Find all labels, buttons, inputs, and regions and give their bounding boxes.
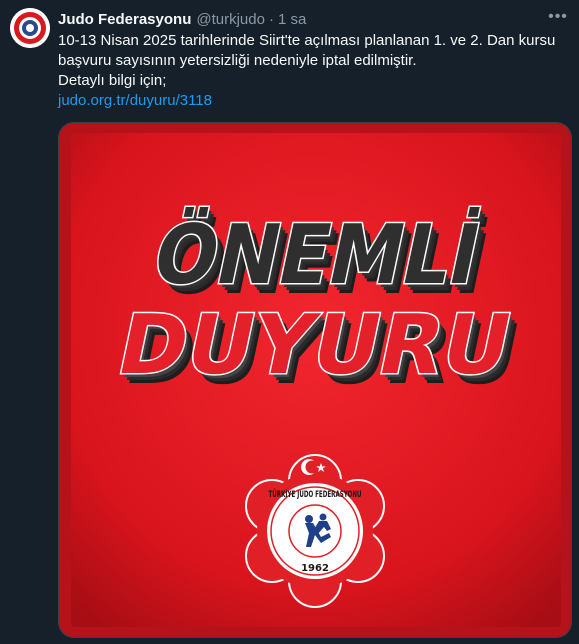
more-horizontal-icon: ••• xyxy=(548,8,568,25)
tweet-line: başvuru sayısının yetersizliği nedeniyle… xyxy=(58,52,417,69)
tweet-text: 10-13 Nisan 2025 tarihlerinde Siirt'te a… xyxy=(58,31,558,111)
tweet-link[interactable]: judo.org.tr/duyuru/3118 xyxy=(58,92,212,109)
tweet-header: Judo Federasyonu @turkjudo · 1 sa xyxy=(58,9,306,29)
author-handle[interactable]: @turkjudo xyxy=(196,11,265,28)
seal-year: 1962 xyxy=(301,563,329,574)
seal-lettering: TÜRKİYE JUDO FEDERASYONU xyxy=(268,489,361,500)
avatar[interactable] xyxy=(10,8,50,48)
tweet-card[interactable]: Judo Federasyonu @turkjudo · 1 sa ••• 10… xyxy=(0,0,579,644)
timestamp[interactable]: 1 sa xyxy=(278,11,306,28)
announcement-poster: ÖNEMLİ ÖNEMLİ ÖNEMLİ ÖNEMLİ DUYURU DUYUR… xyxy=(59,123,571,637)
tweet-line: 10-13 Nisan 2025 tarihlerinde Siirt'te a… xyxy=(58,32,556,49)
tweet-line: Detaylı bilgi için; xyxy=(58,72,167,89)
headline-1: ÖNEMLİ xyxy=(145,206,488,303)
separator: · xyxy=(268,10,274,28)
tweet-image[interactable]: ÖNEMLİ ÖNEMLİ ÖNEMLİ ÖNEMLİ DUYURU DUYUR… xyxy=(58,122,572,638)
author-name[interactable]: Judo Federasyonu xyxy=(58,11,191,28)
more-options-button[interactable]: ••• xyxy=(547,8,569,26)
federation-logo-icon xyxy=(10,8,50,48)
headline-2: DUYURU xyxy=(110,297,521,393)
